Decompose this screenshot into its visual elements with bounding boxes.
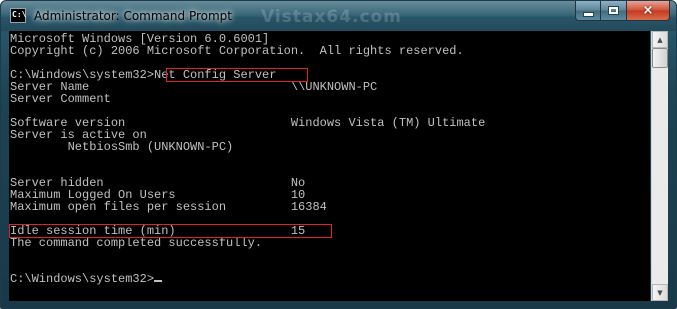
close-icon: × xyxy=(642,3,654,18)
console-prompt-line: C:\Windows\system32> xyxy=(10,272,163,286)
command-prompt: C:\Windows\system32> xyxy=(10,272,155,286)
minimize-icon xyxy=(582,11,594,17)
arrow-down-icon: ▼ xyxy=(657,288,663,297)
maximize-button[interactable] xyxy=(601,1,627,21)
window-controls: × xyxy=(575,1,670,22)
text-cursor xyxy=(154,280,163,282)
scroll-down-button[interactable]: ▼ xyxy=(652,284,668,301)
highlight-idle-time-box xyxy=(9,224,332,238)
maximize-icon xyxy=(608,6,619,15)
command-prompt-window: C:\ Administrator: Command Prompt Vistax… xyxy=(0,0,677,309)
vertical-scrollbar[interactable]: ▲ ▼ xyxy=(651,31,668,301)
command-prompt-icon[interactable]: C:\ xyxy=(10,8,26,23)
title-bar[interactable]: C:\ Administrator: Command Prompt Vistax… xyxy=(1,1,676,31)
console-line: Copyright (c) 2006 Microsoft Corporation… xyxy=(10,44,464,58)
console-line: The command completed successfully. xyxy=(10,236,263,250)
console-line: Server Comment xyxy=(10,92,111,106)
scroll-up-button[interactable]: ▲ xyxy=(652,31,668,48)
window-title: Administrator: Command Prompt xyxy=(34,9,232,23)
scrollbar-thumb[interactable] xyxy=(652,48,668,68)
minimize-button[interactable] xyxy=(575,1,601,21)
close-button[interactable]: × xyxy=(627,1,670,21)
console-line: Maximum open files per session 16384 xyxy=(10,200,327,214)
console-line: NetbiosSmb (UNKNOWN-PC) xyxy=(10,140,234,154)
watermark: Vistax64.com xyxy=(261,7,402,27)
highlight-command-box xyxy=(166,68,308,82)
console-output[interactable]: Microsoft Windows [Version 6.0.6001] Cop… xyxy=(9,31,650,301)
arrow-up-icon: ▲ xyxy=(657,35,663,44)
